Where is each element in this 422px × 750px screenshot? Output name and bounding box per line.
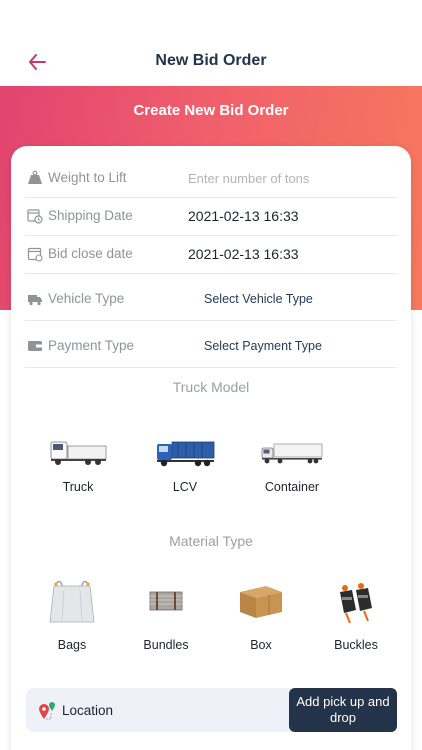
- shipping-date-value[interactable]: 2021-02-13 16:33: [188, 208, 299, 224]
- calendar-clock-icon: [27, 209, 43, 224]
- add-pickup-drop-button[interactable]: Add pick up and drop: [289, 688, 397, 732]
- bundles-icon: [149, 591, 183, 611]
- payment-type-label: Payment Type: [48, 338, 135, 353]
- payment-type-select[interactable]: Select Payment Type: [204, 339, 322, 353]
- weight-field[interactable]: Weight to Lift Enter number of tons: [25, 160, 397, 198]
- truck-icon: [50, 441, 107, 465]
- shipping-date-field[interactable]: Shipping Date 2021-02-13 16:33: [25, 198, 397, 236]
- app-header: New Bid Order: [0, 0, 422, 86]
- truck-model-truck[interactable]: Truck: [33, 438, 123, 494]
- bid-close-date-field[interactable]: Bid close date 2021-02-13 16:33: [25, 236, 397, 274]
- bid-close-date-label: Bid close date: [48, 246, 133, 261]
- buckles-label: Buckles: [334, 638, 378, 652]
- bags-label: Bags: [57, 638, 87, 652]
- truck-model-title: Truck Model: [172, 379, 250, 395]
- bid-form-card: Weight to Lift Enter number of tons Ship…: [11, 146, 411, 750]
- material-type-box[interactable]: Box: [216, 582, 306, 652]
- material-type-buckles[interactable]: Buckles: [311, 580, 401, 652]
- box-label: Box: [250, 638, 272, 652]
- banner-title: Create New Bid Order: [133, 102, 289, 119]
- container-truck-icon: [261, 443, 323, 464]
- truck-model-lcv[interactable]: LCV: [140, 436, 230, 494]
- weight-icon: [28, 170, 42, 184]
- calendar-icon: [27, 247, 43, 262]
- truck-model-container[interactable]: Container: [247, 442, 337, 494]
- vehicle-type-field[interactable]: Vehicle Type Select Vehicle Type: [25, 278, 397, 321]
- lcv-icon: [157, 441, 215, 467]
- vehicle-type-select[interactable]: Select Vehicle Type: [204, 292, 313, 306]
- material-type-bags[interactable]: Bags: [27, 578, 117, 652]
- material-type-title: Material Type: [169, 533, 253, 549]
- lcv-label: LCV: [172, 480, 198, 494]
- payment-type-field[interactable]: Payment Type Select Payment Type: [25, 325, 397, 368]
- weight-label: Weight to Lift: [48, 170, 127, 185]
- buckles-icon: [340, 583, 372, 624]
- bundles-label: Bundles: [143, 638, 189, 652]
- location-label: Location: [62, 703, 114, 718]
- box-icon: [240, 586, 282, 618]
- page-title: New Bid Order: [155, 52, 267, 69]
- bid-close-date-value[interactable]: 2021-02-13 16:33: [188, 246, 299, 262]
- truck-model-label: Truck: [62, 480, 94, 494]
- weight-input[interactable]: Enter number of tons: [188, 171, 309, 186]
- shipping-date-label: Shipping Date: [48, 208, 133, 223]
- new-bid-order-screen: New Bid Order Create New Bid Order Weigh…: [0, 0, 422, 750]
- vehicle-type-label: Vehicle Type: [48, 291, 125, 306]
- wallet-icon: [28, 341, 42, 351]
- bags-icon: [49, 580, 95, 623]
- map-pin-icon: [39, 702, 55, 720]
- material-type-bundles[interactable]: Bundles: [121, 586, 211, 652]
- truck-small-icon: [28, 295, 42, 306]
- container-label: Container: [264, 480, 320, 494]
